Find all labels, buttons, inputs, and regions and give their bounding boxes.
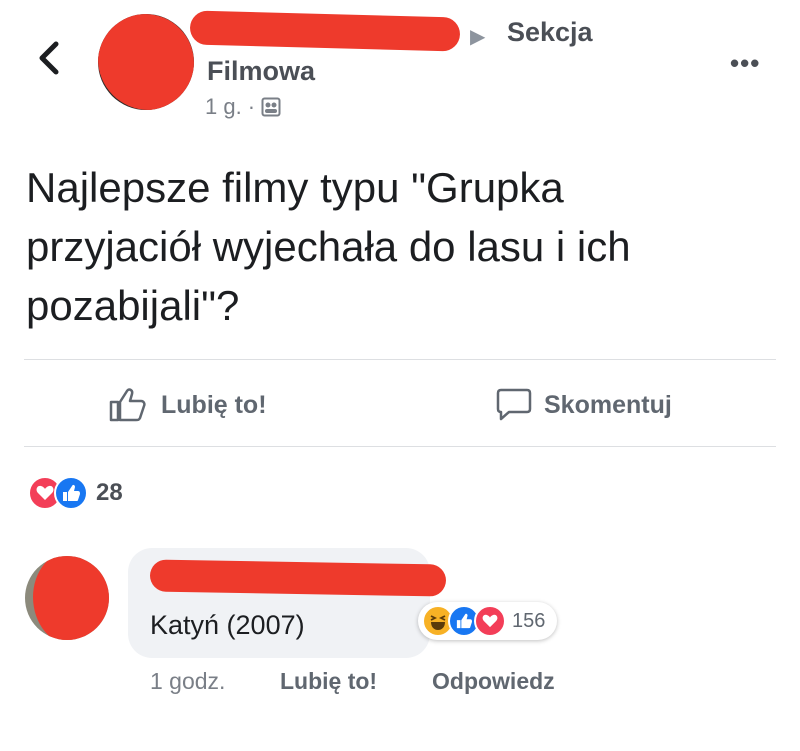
comment-text: Katyń (2007) bbox=[150, 610, 305, 640]
post-text: Najlepsze filmy typu "Grupka przyjaciół … bbox=[26, 164, 631, 329]
author-name-redaction bbox=[189, 10, 461, 52]
comment-bubble-icon bbox=[496, 388, 532, 421]
comment-time[interactable]: 1 godz. bbox=[150, 668, 225, 695]
like-button-label: Lubię to! bbox=[161, 390, 267, 419]
comment-reaction-count: 156 bbox=[512, 609, 546, 632]
divider-bottom bbox=[24, 446, 776, 447]
group-name-line2[interactable]: Filmowa bbox=[207, 56, 315, 87]
post-meta: 1 g. · bbox=[205, 94, 281, 120]
commenter-avatar-redaction bbox=[33, 556, 109, 640]
author-avatar[interactable] bbox=[98, 14, 194, 110]
comment-reactions[interactable]: 156 bbox=[418, 602, 558, 640]
love-reaction-icon bbox=[474, 605, 506, 637]
divider-top bbox=[24, 359, 776, 360]
group-name-line1[interactable]: Sekcja bbox=[507, 17, 593, 48]
audience-icon bbox=[261, 97, 281, 117]
like-reaction-icon bbox=[54, 476, 88, 510]
back-button[interactable] bbox=[30, 38, 70, 78]
comment-button-label: Skomentuj bbox=[544, 390, 672, 419]
comment-reply-button[interactable]: Odpowiedz bbox=[432, 668, 555, 695]
arrow-right-icon: ▶ bbox=[470, 26, 486, 48]
reaction-count: 28 bbox=[96, 479, 123, 506]
meta-separator: · bbox=[247, 94, 256, 119]
thumbs-up-icon bbox=[109, 388, 146, 422]
comment-like-button[interactable]: Lubię to! bbox=[280, 668, 377, 695]
back-chevron-icon bbox=[39, 41, 59, 75]
commenter-name-redaction bbox=[149, 559, 447, 597]
avatar-redaction bbox=[98, 14, 194, 110]
commenter-avatar[interactable] bbox=[25, 556, 109, 640]
more-dots-icon: ••• bbox=[730, 48, 761, 78]
comment-button[interactable]: Skomentuj bbox=[496, 388, 672, 422]
post-time[interactable]: 1 g. bbox=[205, 94, 242, 120]
post-reactions[interactable]: 28 bbox=[28, 476, 123, 510]
more-options-button[interactable]: ••• bbox=[730, 48, 760, 79]
like-button[interactable]: Lubię to! bbox=[109, 388, 267, 422]
